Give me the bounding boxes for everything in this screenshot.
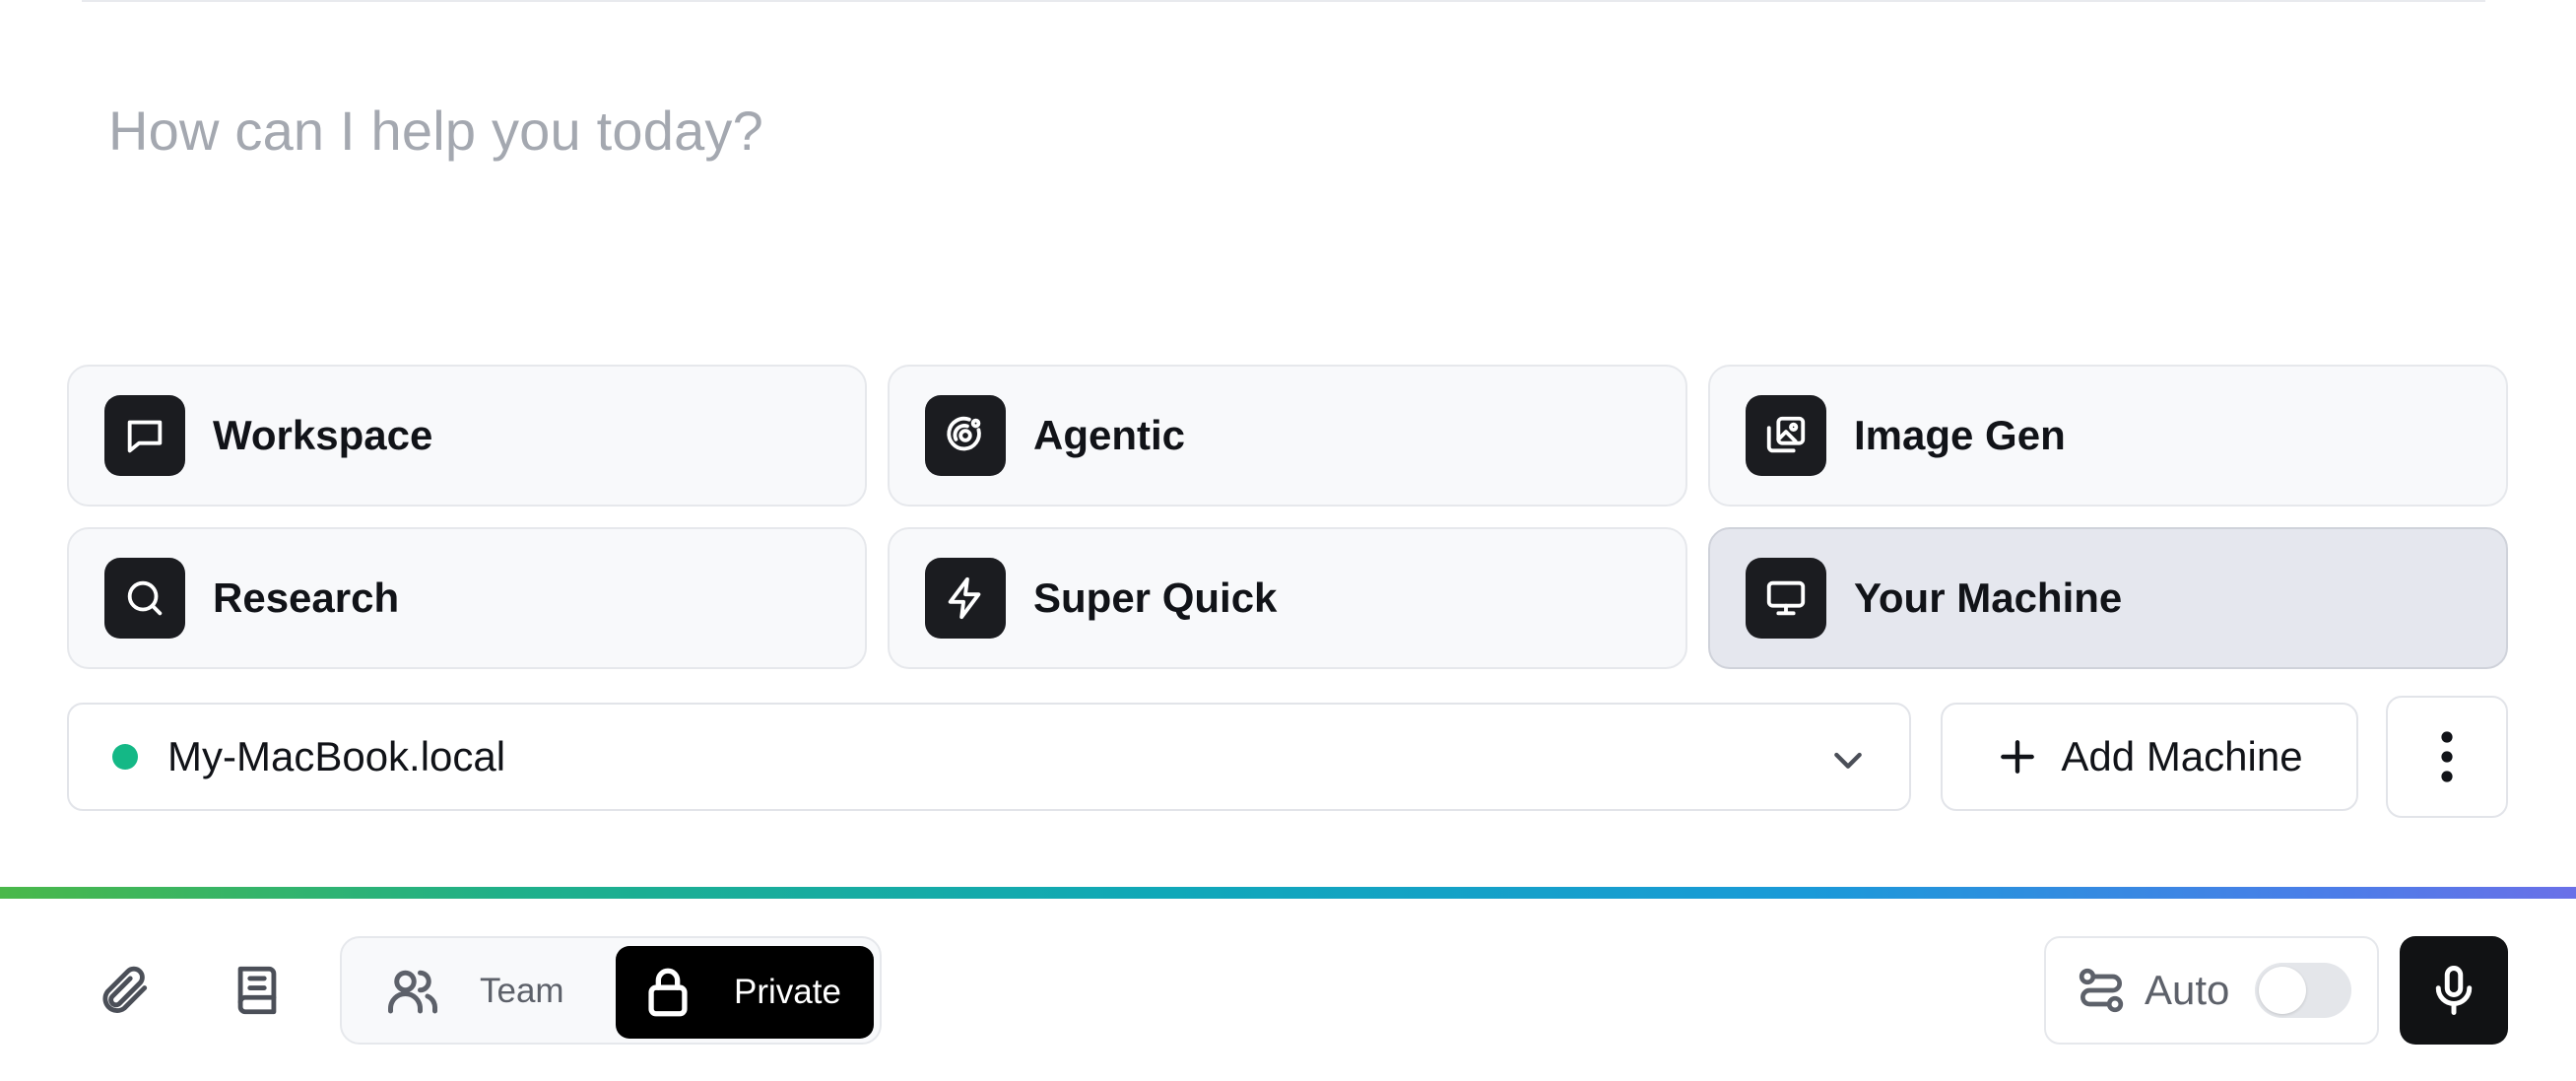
chevron-down-icon xyxy=(1828,740,1868,779)
mode-card-your-machine[interactable]: Your Machine xyxy=(1708,527,2508,669)
visibility-private-option[interactable]: Private xyxy=(616,946,874,1039)
auto-mode-control: Auto xyxy=(2044,936,2379,1045)
mode-label-your-machine: Your Machine xyxy=(1854,574,2123,621)
mode-label-super-quick: Super Quick xyxy=(1033,574,1278,621)
gradient-divider xyxy=(0,887,2576,899)
team-label: Team xyxy=(480,972,564,1010)
notebook-icon xyxy=(237,966,277,1015)
mode-label-agentic: Agentic xyxy=(1033,412,1186,458)
status-dot-online xyxy=(112,744,138,770)
mode-card-agentic[interactable]: Agentic xyxy=(888,365,1687,507)
mode-label-research: Research xyxy=(213,574,400,621)
message-input[interactable]: How can I help you today? xyxy=(108,99,763,163)
auto-label: Auto xyxy=(2145,967,2230,1013)
paperclip-icon xyxy=(102,966,148,1013)
mode-card-research[interactable]: Research xyxy=(67,527,867,669)
chat-bubble-icon xyxy=(104,395,185,476)
plus-icon xyxy=(2001,740,2035,774)
mode-label-image-gen: Image Gen xyxy=(1854,412,2066,458)
images-icon xyxy=(1746,395,1826,476)
machine-name: My-MacBook.local xyxy=(167,733,506,779)
mode-card-image-gen[interactable]: Image Gen xyxy=(1708,365,2508,507)
toggle-knob xyxy=(2259,967,2307,1014)
attach-button[interactable] xyxy=(89,956,158,1025)
visibility-toggle: Team Private xyxy=(340,936,882,1045)
private-label: Private xyxy=(734,973,841,1011)
mode-card-super-quick[interactable]: Super Quick xyxy=(888,527,1687,669)
top-divider xyxy=(82,0,2485,2)
vertical-dots-icon xyxy=(2441,731,2453,782)
visibility-team-option[interactable]: Team xyxy=(363,946,614,1037)
lock-icon xyxy=(648,968,688,1017)
search-icon xyxy=(104,558,185,639)
microphone-icon xyxy=(2435,966,2473,1015)
monitor-icon xyxy=(1746,558,1826,639)
add-machine-button[interactable]: Add Machine xyxy=(1941,703,2358,811)
more-options-button[interactable] xyxy=(2386,696,2508,818)
users-icon xyxy=(388,970,438,1014)
mode-label-workspace: Workspace xyxy=(213,412,433,458)
orbit-icon xyxy=(925,395,1006,476)
machine-select[interactable]: My-MacBook.local xyxy=(67,703,1911,811)
route-settings-icon xyxy=(2074,963,2129,1018)
notes-button[interactable] xyxy=(223,956,292,1025)
lightning-icon xyxy=(925,558,1006,639)
mode-card-workspace[interactable]: Workspace xyxy=(67,365,867,507)
add-machine-label: Add Machine xyxy=(2061,733,2303,779)
auto-toggle-switch[interactable] xyxy=(2255,963,2352,1018)
microphone-button[interactable] xyxy=(2400,936,2508,1045)
